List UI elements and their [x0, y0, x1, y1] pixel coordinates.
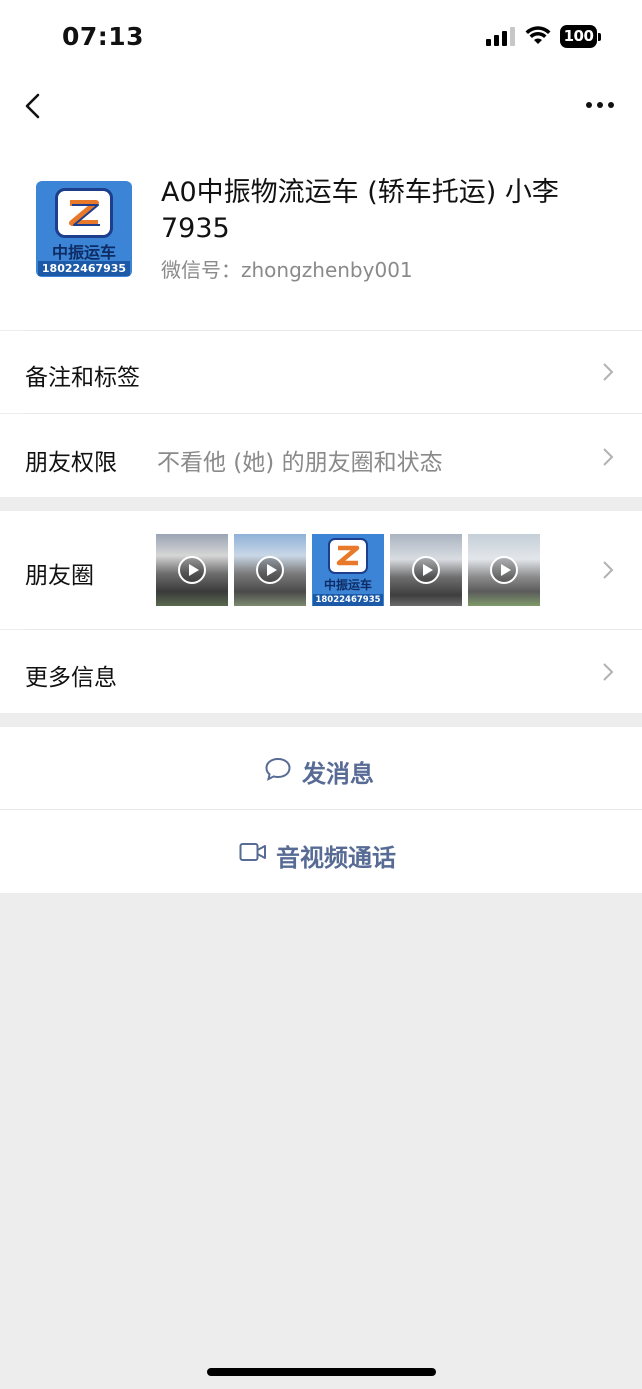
battery-level: 100	[560, 25, 597, 48]
avatar-phone-text: 18022467935	[38, 261, 130, 276]
play-icon	[412, 556, 440, 584]
moments-thumbnail-video[interactable]	[156, 534, 228, 606]
play-icon	[490, 556, 518, 584]
friend-permissions-row[interactable]: 朋友权限 不看他 (她) 的朋友圈和状态	[0, 414, 642, 497]
video-camera-icon	[239, 843, 266, 861]
contact-name: A0中振物流运车 (轿车托运) 小李7935	[161, 177, 559, 244]
thumbnail-phone-text: 18022467935	[313, 594, 383, 606]
back-chevron-icon[interactable]	[18, 86, 50, 126]
more-options-icon[interactable]	[580, 90, 620, 120]
chat-bubble-icon	[265, 757, 291, 781]
z-logo-icon	[328, 538, 368, 574]
wifi-icon	[525, 26, 551, 44]
nav-bar	[0, 70, 642, 150]
status-time: 07:13	[62, 22, 145, 51]
moments-thumbnail-video[interactable]	[234, 534, 306, 606]
moments-label: 朋友圈	[25, 563, 94, 589]
cellular-signal-icon	[486, 27, 515, 46]
play-icon	[178, 556, 206, 584]
thumbnail-brand-text: 中振运车	[323, 578, 372, 592]
send-message-label: 发消息	[302, 760, 374, 788]
moments-thumbnail-logo[interactable]: 中振运车 18022467935	[312, 534, 384, 606]
profile-header: 中振运车 18022467935 A0中振物流运车 (轿车托运) 小李7935 …	[0, 150, 642, 330]
send-message-button[interactable]: 发消息	[0, 727, 642, 809]
video-call-label: 音视频通话	[276, 844, 396, 872]
moments-row[interactable]: 朋友圈 中振运车 18022467935	[0, 511, 642, 629]
video-call-button[interactable]: 音视频通话	[0, 810, 642, 893]
avatar[interactable]: 中振运车 18022467935	[36, 181, 132, 277]
status-bar: 07:13 100	[0, 0, 642, 70]
home-indicator[interactable]	[207, 1368, 436, 1376]
battery-icon: 100	[560, 25, 602, 48]
moments-thumbnail-video[interactable]	[390, 534, 462, 606]
remarks-and-tags-row[interactable]: 备注和标签	[0, 331, 642, 413]
chevron-right-icon	[603, 448, 614, 466]
chevron-right-icon	[603, 663, 614, 681]
remarks-label: 备注和标签	[25, 365, 140, 391]
z-logo-icon	[55, 188, 113, 238]
permissions-label: 朋友权限	[25, 450, 117, 476]
more-info-label: 更多信息	[25, 665, 117, 691]
chevron-right-icon	[603, 561, 614, 579]
play-icon	[256, 556, 284, 584]
avatar-brand-text: 中振运车	[51, 243, 116, 262]
moments-thumbnail-video[interactable]	[468, 534, 540, 606]
wechat-id: 微信号：zhongzhenby001	[161, 258, 413, 282]
chevron-right-icon	[603, 363, 614, 381]
permissions-value: 不看他 (她) 的朋友圈和状态	[157, 450, 443, 476]
more-info-row[interactable]: 更多信息	[0, 630, 642, 713]
